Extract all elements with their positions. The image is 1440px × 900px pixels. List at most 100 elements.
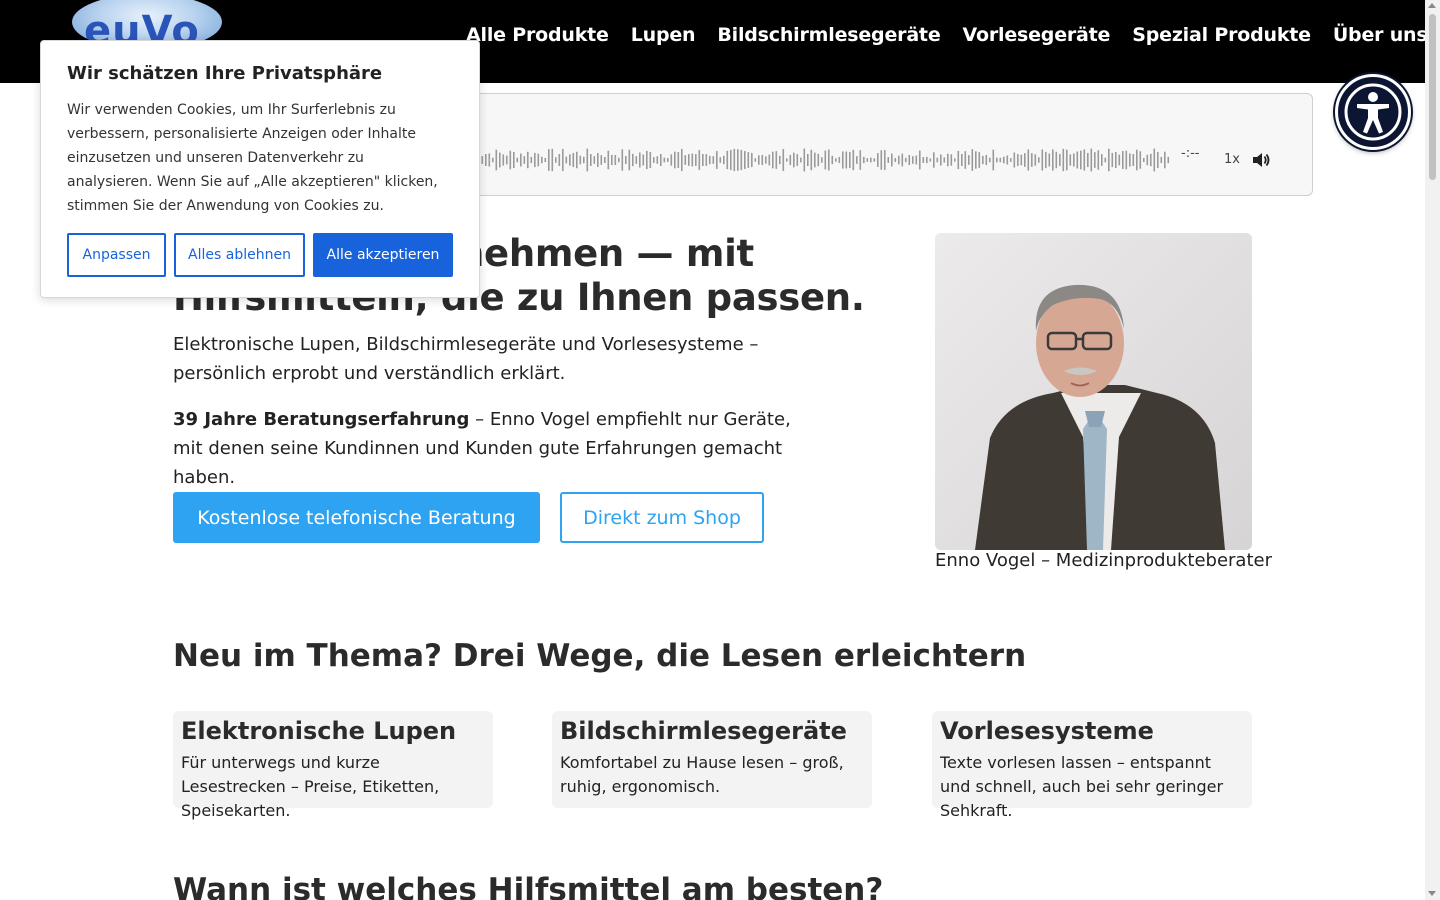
- waveform-bar: [639, 152, 641, 168]
- waveform-bar: [800, 157, 802, 163]
- page-scrollbar[interactable]: [1425, 0, 1440, 900]
- waveform-bar: [534, 152, 536, 168]
- waveform-bar: [884, 150, 886, 170]
- waveform-bar: [733, 148, 736, 172]
- waveform-bar: [950, 154, 953, 166]
- card-bildschirmlesegeraete[interactable]: Bildschirmlesegeräte Komfortabel zu Haus…: [552, 711, 872, 808]
- waveform-bar: [1118, 154, 1121, 166]
- playback-rate-button[interactable]: 1x: [1224, 152, 1240, 167]
- waveform-bar: [870, 157, 872, 163]
- nav-vorlesegeraete[interactable]: Vorlesegeräte: [963, 24, 1111, 46]
- waveform-bar: [1132, 154, 1135, 166]
- waveform-bar: [1048, 153, 1051, 167]
- card-vorlesesysteme[interactable]: Vorlesesysteme Texte vorlesen lassen – e…: [932, 711, 1252, 820]
- cookie-reject-button[interactable]: Alles ablehnen: [174, 233, 305, 277]
- waveform-bar: [681, 148, 683, 172]
- accessibility-button[interactable]: [1335, 74, 1411, 150]
- waveform-bar: [835, 158, 837, 162]
- waveform-bar: [709, 155, 711, 165]
- nav-alle-produkte[interactable]: Alle Produkte: [466, 24, 609, 46]
- waveform-bar: [1111, 152, 1114, 168]
- card-text: Texte vorlesen lassen – entspannt und sc…: [940, 753, 1224, 820]
- scroll-down-arrow-icon[interactable]: [1428, 891, 1436, 896]
- shop-button[interactable]: Direkt zum Shop: [560, 492, 764, 543]
- waveform-bar: [695, 154, 697, 166]
- cookie-accept-button[interactable]: Alle akzeptieren: [313, 233, 453, 277]
- waveform-bar: [1010, 158, 1012, 162]
- waveform-bar: [618, 157, 620, 163]
- volume-icon[interactable]: [1251, 151, 1271, 169]
- nav-ueber-uns[interactable]: Über uns: [1333, 24, 1428, 46]
- audio-waveform[interactable]: [471, 146, 1171, 174]
- free-consultation-button[interactable]: Kostenlose telefonische Beratung: [173, 492, 540, 543]
- waveform-bar: [1167, 156, 1170, 164]
- waveform-bar: [828, 149, 830, 171]
- waveform-bar: [1066, 149, 1068, 171]
- waveform-bar: [898, 155, 900, 165]
- waveform-bar: [551, 148, 554, 172]
- waveform-bar: [492, 157, 494, 163]
- waveform-bar: [621, 149, 624, 171]
- scroll-up-arrow-icon[interactable]: [1428, 3, 1436, 8]
- waveform-bar: [583, 156, 585, 164]
- waveform-bar: [1003, 156, 1005, 164]
- waveform-bar: [996, 157, 998, 163]
- waveform-bar: [922, 157, 925, 163]
- waveform-bar: [1143, 157, 1145, 163]
- player-time: -:--: [1181, 146, 1200, 161]
- waveform-bar: [821, 157, 823, 163]
- waveform-bar: [796, 154, 799, 166]
- waveform-bar: [863, 156, 865, 164]
- waveform-bar: [754, 158, 757, 162]
- waveform-bar: [523, 156, 526, 164]
- waveform-bar: [614, 154, 617, 166]
- waveform-bar: [877, 153, 879, 167]
- waveform-bar: [530, 156, 533, 164]
- waveform-bar: [604, 156, 606, 164]
- nav-bildschirmlesegeraete[interactable]: Bildschirmlesegeräte: [717, 24, 940, 46]
- scrollbar-thumb[interactable]: [1429, 14, 1436, 180]
- waveform-bar: [712, 156, 715, 164]
- waveform-bar: [957, 150, 960, 170]
- waveform-bar: [1080, 150, 1082, 170]
- waveform-bar: [684, 155, 687, 165]
- nav-lupen[interactable]: Lupen: [631, 24, 696, 46]
- cookie-customize-button[interactable]: Anpassen: [67, 233, 166, 277]
- waveform-bar: [824, 150, 827, 170]
- waveform-bar: [964, 151, 967, 169]
- waveform-bar: [660, 153, 662, 167]
- waveform-bar: [1153, 148, 1156, 172]
- waveform-bar: [548, 149, 550, 171]
- waveform-bar: [894, 157, 897, 163]
- waveform-bar: [716, 151, 718, 169]
- main-nav: Alle Produkte Lupen Bildschirmlesegeräte…: [466, 24, 1428, 46]
- waveform-bar: [905, 157, 907, 163]
- waveform-bar: [1069, 154, 1072, 166]
- waveform-bar: [954, 158, 956, 162]
- waveform-bar: [1031, 153, 1033, 167]
- waveform-bar: [747, 152, 750, 168]
- waveform-bar: [572, 152, 575, 168]
- waveform-bar: [852, 149, 855, 171]
- nav-spezial-produkte[interactable]: Spezial Produkte: [1132, 24, 1311, 46]
- waveform-bar: [789, 154, 792, 166]
- waveform-bar: [1108, 148, 1110, 172]
- waveform-bar: [642, 154, 645, 166]
- cookie-text: Wir verwenden Cookies, um Ihr Surferlebn…: [67, 102, 438, 214]
- waveform-bar: [919, 150, 921, 170]
- waveform-bar: [975, 151, 977, 169]
- waveform-bar: [887, 157, 890, 163]
- waveform-bar: [751, 152, 753, 168]
- waveform-bar: [1052, 149, 1054, 171]
- cookie-title: Wir schätzen Ihre Privatsphäre: [67, 63, 383, 84]
- waveform-bar: [968, 155, 970, 165]
- waveform-bar: [859, 150, 862, 170]
- waveform-bar: [635, 156, 638, 164]
- card-text: Komfortabel zu Hause lesen – groß, ruhig…: [560, 753, 844, 796]
- waveform-bar: [999, 157, 1002, 163]
- waveform-bar: [513, 151, 515, 169]
- section-title: Neu im Thema? Drei Wege, die Lesen erlei…: [173, 638, 1027, 674]
- waveform-bar: [677, 152, 680, 168]
- card-elektronische-lupen[interactable]: Elektronische Lupen Für unterwegs und ku…: [173, 711, 493, 820]
- waveform-bar: [1160, 156, 1163, 164]
